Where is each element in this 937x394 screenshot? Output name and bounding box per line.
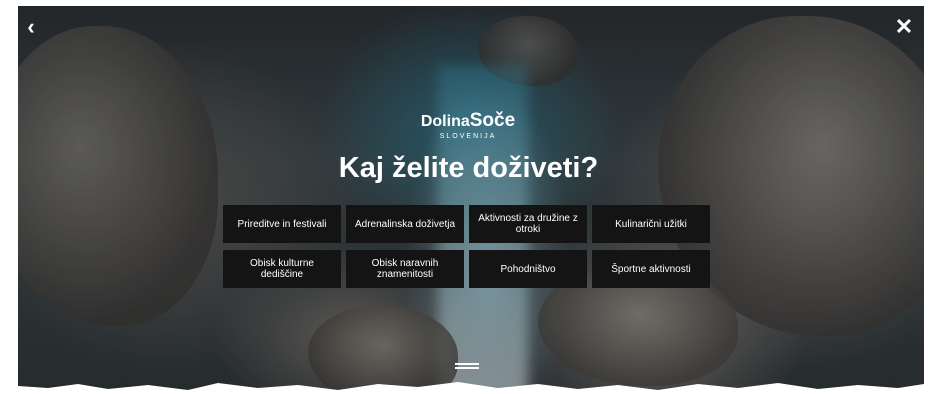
close-icon[interactable]: ✕ xyxy=(893,16,915,38)
scroll-line xyxy=(455,363,479,365)
logo-wordmark: DolinaSoče xyxy=(416,110,520,132)
logo-country: SLOVENIJA xyxy=(439,133,497,140)
scroll-down-icon[interactable] xyxy=(455,363,479,371)
category-kulturne-button[interactable]: Obisk kulturne dediščine xyxy=(223,250,341,288)
category-adrenalinska-button[interactable]: Adrenalinska doživetja xyxy=(346,205,464,243)
category-kulinaricni-button[interactable]: Kulinarični užitki xyxy=(592,205,710,243)
category-naravnih-button[interactable]: Obisk naravnih znamenitosti xyxy=(346,250,464,288)
logo-soce: Soče xyxy=(469,110,516,131)
category-grid: Prireditve in festivali Adrenalinska dož… xyxy=(223,205,713,289)
hero-background xyxy=(18,6,924,394)
dolina-soce-logo: DolinaSoče SLOVENIJA xyxy=(416,110,520,146)
torn-edge xyxy=(18,382,924,394)
back-arrow-icon[interactable]: ‹ xyxy=(20,16,42,38)
category-pohodnistvo-button[interactable]: Pohodništvo xyxy=(469,250,587,288)
page-frame: ‹ ✕ DolinaSoče SLOVENIJA Kaj želite doži… xyxy=(0,0,937,394)
category-sportne-button[interactable]: Športne aktivnosti xyxy=(592,250,710,288)
page-title: Kaj želite doživeti? xyxy=(338,152,599,184)
category-prireditve-button[interactable]: Prireditve in festivali xyxy=(223,205,341,243)
hero-overlay xyxy=(18,6,924,394)
category-druzine-button[interactable]: Aktivnosti za družine z otroki xyxy=(469,205,587,243)
logo-dolina: Dolina xyxy=(420,113,470,130)
scroll-line xyxy=(455,367,479,369)
